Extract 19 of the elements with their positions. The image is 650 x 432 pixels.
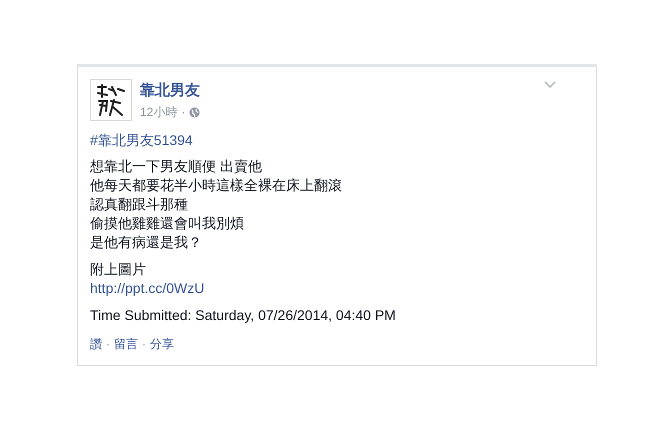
post-text-line: 是他有病還是我？ (90, 233, 202, 252)
globe-icon (189, 106, 200, 118)
separator: · (106, 336, 110, 353)
submission-time: Time Submitted: Saturday, 07/26/2014, 04:40 PM (90, 306, 396, 325)
hashtag-link[interactable]: #靠北男友51394 (90, 131, 193, 149)
action-link[interactable]: 留言 (114, 336, 138, 352)
post-text-line: 偷摸他雞雞還會叫我別煩 (90, 214, 244, 233)
separator: · (181, 104, 186, 121)
post-text-line: 想靠北一下男友順便 出賣他 (90, 157, 262, 176)
url-link[interactable]: http://ppt.cc/0WzU (90, 279, 204, 298)
action-link[interactable]: 讚 (90, 336, 102, 352)
action-link[interactable]: 分享 (150, 336, 174, 352)
separator: · (142, 336, 146, 353)
author-name[interactable]: 靠北男友 (140, 82, 200, 100)
brush-logo-icon (94, 83, 128, 117)
page-avatar[interactable] (90, 79, 132, 121)
post-text-line: 他每天都要花半小時這樣全裸在床上翻滾 (90, 176, 342, 195)
post-text-line: 認真翻跟斗那種 (90, 195, 188, 214)
attachment-label: 附上圖片 (90, 260, 146, 279)
